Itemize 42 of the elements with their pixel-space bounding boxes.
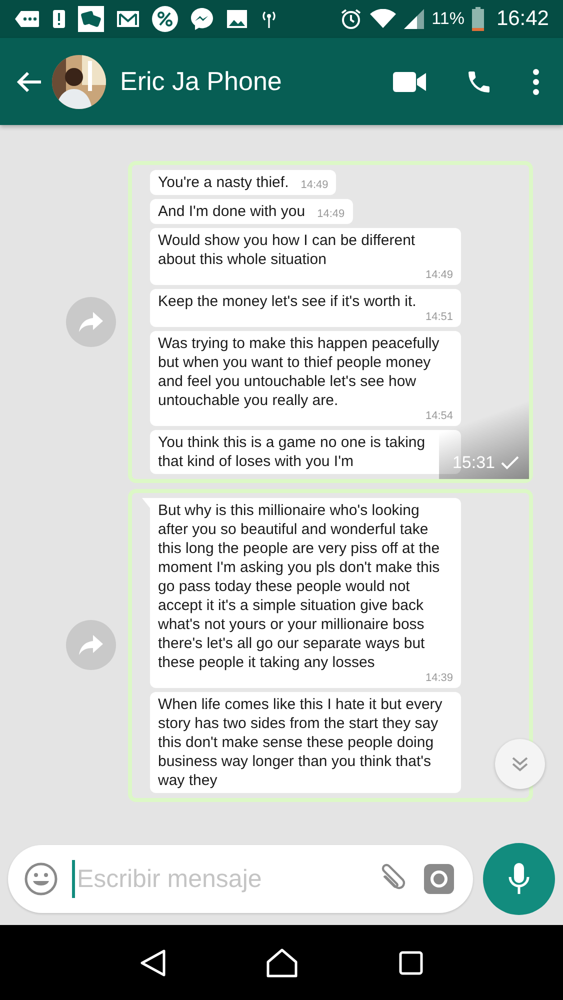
message-time: 14:49 — [316, 208, 345, 220]
mail-icon — [116, 10, 140, 28]
message-text: And I'm done with you — [158, 202, 306, 220]
message-text: You're a nasty thief. — [158, 172, 289, 192]
message-text: But why is this millionaire who's looking after you so beautiful and wonderful take this long the people are very piss off at the moment I'm asking you pls don't make this go pass today these people would not accept it it's a simple situation give back what's not yours or your millionaire boss there's let's all go our separate ways but these people it taking any losses — [158, 500, 441, 672]
wifi-icon — [370, 9, 396, 29]
more-options-icon — [533, 68, 539, 94]
message-field[interactable]: Escribir mensaje — [8, 845, 473, 913]
message-text: Was trying to make this happen peacefully but when you want to thief people money and feel you untouchable let's see how untouchable you really are. — [158, 334, 440, 410]
recents-icon[interactable] — [398, 950, 423, 974]
back-arrow-icon — [16, 70, 42, 92]
back-icon[interactable] — [140, 948, 166, 976]
antenna-icon — [260, 9, 278, 29]
message-time: 14:51 — [424, 310, 453, 324]
alert-icon — [52, 9, 66, 29]
image-icon — [226, 9, 248, 29]
message-text: Keep the money let's see if it's worth it. — [158, 292, 416, 310]
message-time: 14:54 — [424, 410, 453, 422]
contact-name[interactable]: Eric Ja Phone — [120, 66, 361, 97]
clock: 16:42 — [496, 7, 549, 31]
percent-icon — [152, 6, 178, 32]
battery-percentage: 11% — [432, 9, 464, 29]
home-icon[interactable] — [266, 948, 298, 978]
message-text: Would show you how I can be different about this whole situation — [158, 230, 416, 268]
message-text: When life comes like this I hate it but every story has two sides from the start they say this don't make sense these people doing business way longer than you think that's way they — [158, 694, 444, 790]
double-chevron-icon — [511, 756, 529, 772]
message-time: 14:39 — [424, 672, 453, 684]
video-camera-icon — [393, 70, 427, 92]
chat-notification-icon — [14, 10, 40, 28]
alarm-icon — [340, 8, 362, 30]
messenger-icon — [190, 7, 214, 31]
battery-icon — [472, 7, 484, 31]
camera-icon — [423, 863, 455, 895]
message-text: You think this is a game no one is taking that kind of loses with you I'm — [158, 432, 426, 470]
message-time: 15:31 — [452, 452, 495, 472]
message-time: 14:49 — [424, 268, 453, 282]
share-arrow-icon — [79, 635, 103, 655]
share-arrow-icon — [79, 312, 103, 332]
microphone-icon — [508, 863, 530, 895]
emoji-icon — [24, 862, 58, 896]
signal-icon — [404, 9, 424, 29]
message-time: 14:49 — [300, 178, 328, 192]
